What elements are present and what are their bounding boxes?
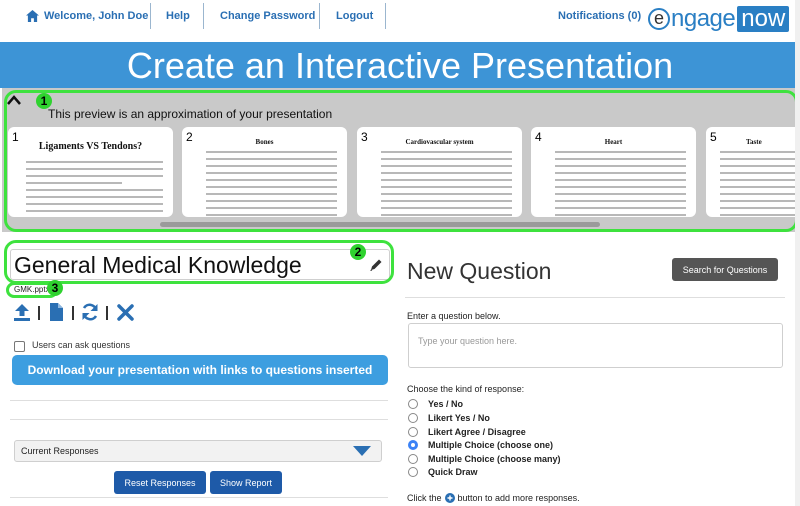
slide-thumbnail[interactable]: 1 Ligaments VS Tendons? [8, 127, 173, 217]
hint-text-before: Click the [407, 493, 442, 503]
welcome-link[interactable]: Welcome, John Doe [26, 0, 148, 32]
slide-title: Cardiovascular system [405, 138, 474, 146]
logout-link[interactable]: Logout [336, 0, 373, 32]
slide-thumbnail[interactable]: 2 Bones [182, 127, 347, 217]
divider [10, 419, 388, 420]
slide-body-text [381, 151, 512, 217]
toolbar-divider [106, 306, 108, 320]
slide-title: Ligaments VS Tendons? [38, 141, 143, 152]
slide-title: Bones [255, 138, 274, 146]
response-option[interactable]: Yes / No [408, 397, 463, 410]
show-report-button[interactable]: Show Report [210, 471, 282, 494]
responses-select[interactable]: Current Responses [14, 440, 382, 462]
slide-thumbnail[interactable]: 3 Cardiovascular system [357, 127, 522, 217]
response-option[interactable]: Likert Agree / Disagree [408, 425, 526, 438]
slide-body-text [720, 151, 798, 217]
chevron-up-icon[interactable] [6, 94, 22, 106]
plus-circle-icon [444, 493, 455, 503]
nav-divider [319, 3, 320, 29]
new-question-heading: New Question [407, 258, 552, 284]
preview-scrollbar[interactable] [160, 222, 600, 227]
hint-text-after: button to add more responses. [457, 493, 580, 503]
delete-icon[interactable] [116, 302, 136, 322]
top-navigation: Welcome, John Doe Help Change Password L… [0, 0, 800, 42]
slide-body-text [206, 151, 337, 217]
upload-icon[interactable] [12, 302, 32, 322]
preview-note: This preview is an approximation of your… [48, 107, 333, 121]
question-placeholder: Type your question here. [418, 336, 518, 346]
response-option-label: Multiple Choice (choose one) [428, 439, 554, 450]
enter-question-label: Enter a question below. [407, 311, 501, 321]
home-icon [26, 10, 39, 22]
notifications-link[interactable]: Notifications (0) [558, 0, 641, 32]
nav-divider [150, 3, 151, 29]
radio-button[interactable] [408, 466, 418, 477]
response-option-label: Quick Draw [428, 466, 478, 477]
toolbar-divider [38, 306, 40, 320]
toolbar-divider [72, 306, 74, 320]
radio-button[interactable] [408, 426, 418, 437]
logo-e-mark: e [648, 8, 670, 30]
file-icon[interactable] [46, 302, 66, 322]
page-scrollbar[interactable] [795, 0, 800, 506]
slide-thumbnail[interactable]: 5 Taste [706, 127, 798, 217]
response-option-label: Multiple Choice (choose many) [428, 453, 561, 464]
nav-divider [385, 3, 386, 29]
refresh-icon[interactable] [80, 302, 100, 322]
welcome-text: Welcome, John Doe [44, 10, 149, 22]
response-option[interactable]: Multiple Choice (choose one) [408, 438, 553, 451]
annotation-outline [4, 240, 394, 284]
slide-number: 5 [710, 130, 717, 144]
slide-title: Taste [746, 138, 762, 146]
radio-button[interactable] [408, 453, 418, 464]
add-responses-hint: Click the button to add more responses. [407, 493, 580, 503]
radio-button[interactable] [408, 398, 418, 409]
slide-thumbnail[interactable]: 4 Heart [531, 127, 696, 217]
annotation-badge: 2 [350, 244, 366, 260]
logo-engage-text: ngage [671, 5, 736, 32]
chevron-down-icon[interactable] [353, 446, 371, 456]
divider [10, 400, 388, 401]
logo-now-text: now [737, 6, 790, 32]
response-option[interactable]: Multiple Choice (choose many) [408, 452, 561, 465]
annotation-badge: 1 [36, 93, 52, 109]
change-password-link[interactable]: Change Password [220, 0, 315, 32]
annotation-badge: 3 [47, 280, 63, 296]
response-option-label: Yes / No [428, 398, 464, 409]
radio-button-selected[interactable] [408, 439, 418, 450]
users-can-ask-label: Users can ask questions [32, 340, 131, 350]
divider [405, 297, 785, 298]
response-option[interactable]: Quick Draw [408, 465, 478, 478]
reset-responses-button[interactable]: Reset Responses [114, 471, 206, 494]
search-questions-button[interactable]: Search for Questions [672, 258, 778, 281]
slide-title: Heart [604, 138, 623, 146]
users-can-ask-checkbox[interactable] [14, 341, 25, 352]
page-title: Create an Interactive Presentation [126, 45, 674, 86]
response-option-label: Likert Yes / No [428, 412, 490, 423]
response-kind-label: Choose the kind of response: [407, 384, 525, 394]
radio-button[interactable] [408, 412, 418, 423]
response-option[interactable]: Likert Yes / No [408, 411, 490, 424]
nav-divider [203, 3, 204, 29]
engagenow-logo[interactable]: e ngage now [648, 5, 790, 32]
download-button[interactable]: Download your presentation with links to… [12, 355, 388, 385]
help-link[interactable]: Help [166, 0, 190, 32]
divider [10, 497, 388, 498]
response-option-label: Likert Agree / Disagree [428, 426, 526, 437]
slide-body-text [555, 151, 686, 217]
slide-body-text [26, 161, 163, 217]
